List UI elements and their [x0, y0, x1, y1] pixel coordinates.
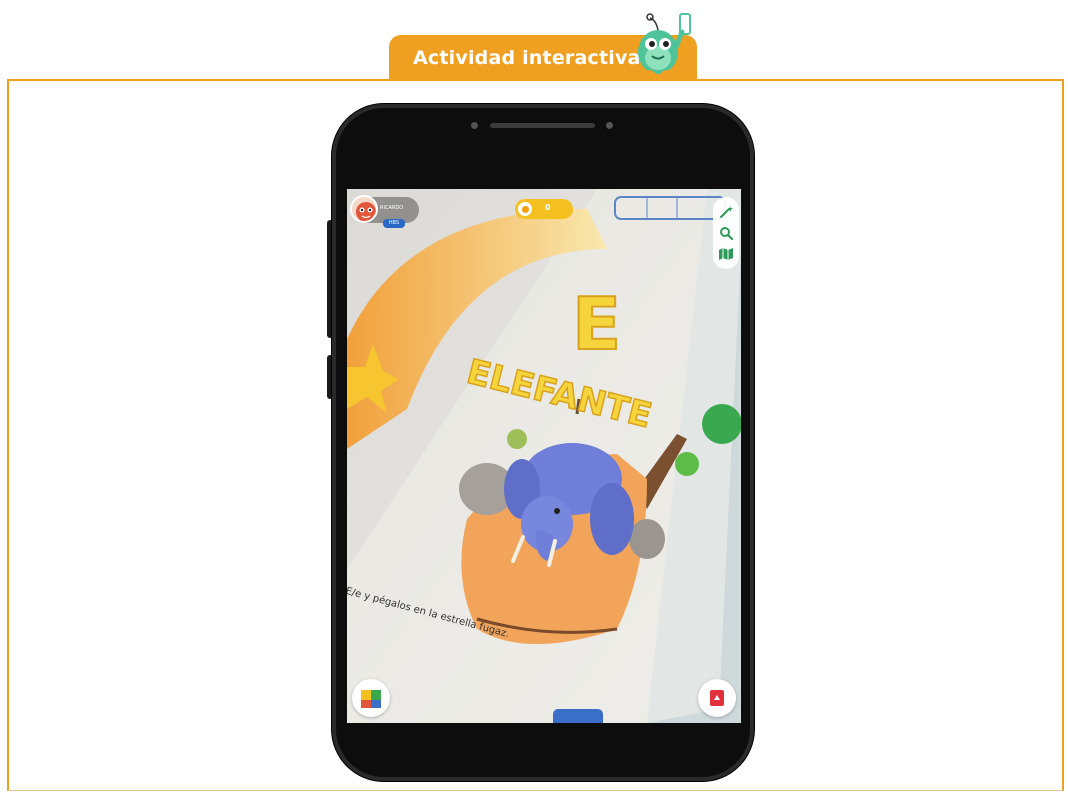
search-icon — [720, 226, 733, 240]
user-badge: HBS — [383, 219, 405, 228]
card-button[interactable] — [698, 679, 736, 717]
blocks-icon — [361, 690, 381, 708]
activity-tab-label: Actividad interactiva — [413, 46, 641, 69]
magic-wand-icon — [720, 205, 733, 218]
user-avatar[interactable] — [350, 195, 378, 223]
coin-icon — [518, 202, 532, 216]
ar-scene[interactable]: E ELEFANTE E/e y pégalos en la estrella … — [347, 189, 741, 723]
magic-wand-button[interactable] — [717, 203, 735, 221]
phone-speaker — [490, 123, 595, 128]
app-screen: E ELEFANTE E/e y pégalos en la estrella … — [347, 189, 741, 723]
map-button[interactable] — [717, 245, 735, 263]
search-button[interactable] — [717, 224, 735, 242]
tool-panel — [713, 197, 739, 269]
blocks-button[interactable] — [352, 679, 390, 717]
phone-sensor — [606, 122, 613, 129]
phone-camera — [471, 122, 478, 129]
map-icon — [719, 248, 733, 261]
mascot-icon — [638, 13, 691, 78]
scene-big-letter: E — [572, 282, 621, 366]
coin-counter: 0 — [515, 199, 573, 219]
card-icon — [710, 690, 724, 706]
coin-count: 0 — [545, 203, 551, 212]
user-name: RICARDO — [380, 205, 404, 211]
